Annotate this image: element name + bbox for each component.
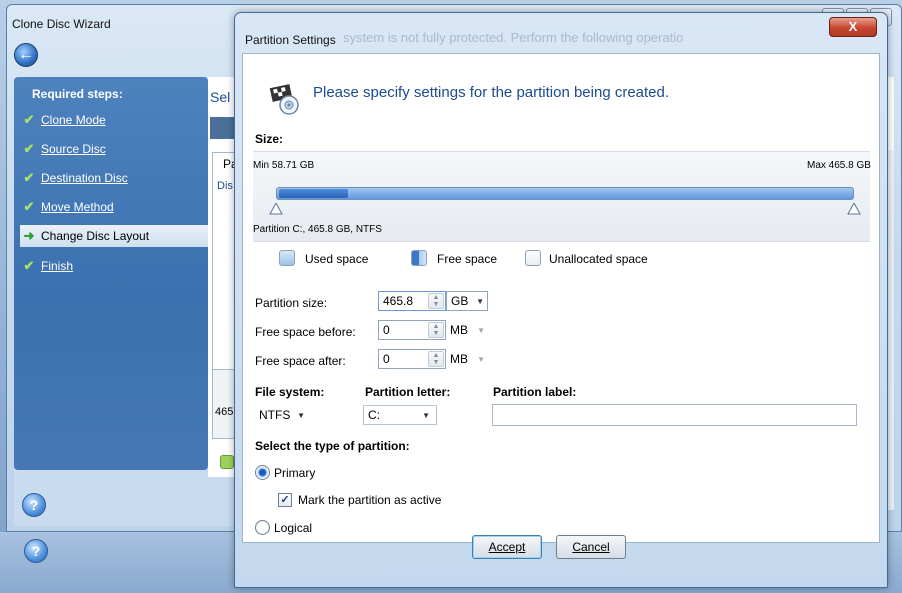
free-space-after-value[interactable]: 0 — [379, 352, 428, 366]
partition-info-label: Partition C:, 465.8 GB, NTFS — [253, 224, 382, 235]
chevron-down-icon: ▼ — [477, 354, 485, 364]
free-space-after-stepper[interactable]: 0 ▲ ▼ — [378, 349, 446, 369]
checkmark-icon: ✔ — [23, 112, 35, 127]
back-arrow-icon[interactable]: ← — [14, 43, 38, 67]
step-label[interactable]: Source Disc — [41, 142, 106, 156]
free-space-after-unit-dropdown[interactable]: MB ▼ — [446, 349, 488, 369]
chevron-down-icon: ▼ — [477, 325, 485, 335]
unit-value: MB — [450, 323, 468, 337]
partition-label-input[interactable] — [492, 404, 857, 426]
step-destination-disc[interactable]: ✔ Destination Disc — [20, 167, 208, 189]
partition-letter-dropdown[interactable]: C: ▼ — [363, 405, 437, 425]
wizard-title: Clone Disc Wizard — [12, 17, 111, 31]
step-move-method[interactable]: ✔ Move Method — [20, 196, 208, 218]
unallocated-space-swatch — [525, 250, 541, 266]
free-space-before-value[interactable]: 0 — [379, 323, 428, 337]
accept-button[interactable]: Accept — [472, 535, 542, 559]
help-icon[interactable]: ? — [22, 493, 46, 517]
free-space-after-label: Free space after: — [255, 354, 346, 368]
partition-size-stepper[interactable]: 465.8 ▲ ▼ — [378, 291, 446, 311]
partition-settings-icon — [269, 84, 299, 115]
free-space-before-unit-dropdown[interactable]: MB ▼ — [446, 320, 488, 340]
background-warning-text: system is not fully protected. Perform t… — [343, 30, 684, 45]
step-label: Change Disc Layout — [41, 229, 150, 243]
unit-value: GB — [451, 294, 469, 308]
mark-active-checkbox[interactable]: ✓ — [278, 493, 292, 507]
steps-sidebar: Required steps: ✔ Clone Mode ✔ Source Di… — [14, 77, 208, 470]
partial-heading: Sel — [210, 89, 231, 105]
left-slider-handle[interactable] — [269, 203, 283, 215]
partition-settings-dialog: system is not fully protected. Perform t… — [234, 12, 888, 588]
free-space-before-label: Free space before: — [255, 325, 356, 339]
footer-fragment — [208, 497, 236, 537]
checkmark-icon: ✔ — [23, 199, 35, 214]
cancel-button[interactable]: Cancel — [556, 535, 626, 559]
free-space-label: Free space — [437, 252, 498, 266]
step-change-disc-layout[interactable]: ➜ Change Disc Layout — [20, 225, 208, 247]
checkmark-icon: ✔ — [23, 170, 35, 185]
partition-size-unit-dropdown[interactable]: GB ▼ — [446, 291, 488, 311]
file-system-value: NTFS — [259, 408, 291, 422]
step-label[interactable]: Clone Mode — [41, 113, 106, 127]
max-size-label: Max 465.8 GB — [807, 160, 871, 171]
dialog-body: Please specify settings for the partitio… — [242, 53, 880, 543]
partition-letter-value: C: — [368, 408, 380, 422]
legend-swatch — [220, 455, 234, 469]
step-clone-mode[interactable]: ✔ Clone Mode — [20, 109, 208, 131]
partition-type-label: Select the type of partition: — [255, 439, 410, 453]
logical-radio-label[interactable]: Logical — [274, 521, 312, 535]
used-space-fill — [279, 189, 348, 198]
mark-active-label[interactable]: Mark the partition as active — [298, 493, 441, 507]
spin-arrows-icon[interactable]: ▲ ▼ — [428, 351, 444, 367]
spin-arrows-icon[interactable]: ▲ ▼ — [428, 293, 444, 309]
accept-button-label: Accept — [488, 540, 526, 554]
chevron-down-icon: ▼ — [422, 410, 430, 420]
unallocated-space-label: Unallocated space — [549, 252, 648, 266]
help-icon[interactable]: ? — [24, 539, 48, 563]
dialog-close-button[interactable]: X — [829, 17, 877, 37]
free-space-swatch — [411, 250, 427, 266]
sidebar-title: Required steps: — [32, 87, 123, 101]
primary-radio-label[interactable]: Primary — [274, 466, 315, 480]
cancel-button-label: Cancel — [572, 540, 610, 554]
step-label[interactable]: Destination Disc — [41, 171, 128, 185]
step-finish[interactable]: ✔ Finish — [20, 255, 208, 277]
partition-size-label: Partition size: — [255, 296, 328, 310]
partition-label-label: Partition label: — [493, 385, 577, 399]
chevron-down-icon: ▼ — [476, 296, 484, 306]
spin-arrows-icon[interactable]: ▲ ▼ — [428, 322, 444, 338]
partition-letter-label: Partition letter: — [365, 385, 451, 399]
dialog-title: Partition Settings — [245, 33, 336, 47]
checkmark-icon: ✔ — [23, 258, 35, 273]
primary-radio[interactable] — [255, 465, 270, 480]
sidebar-footer — [14, 470, 234, 526]
chevron-down-icon: ▼ — [297, 410, 305, 420]
partition-size-bar[interactable] — [276, 187, 854, 200]
checkmark-icon: ✔ — [23, 141, 35, 156]
right-slider-handle[interactable] — [847, 203, 861, 215]
dialog-heading: Please specify settings for the partitio… — [313, 84, 670, 101]
partition-size-value[interactable]: 465.8 — [379, 294, 428, 308]
unit-value: MB — [450, 352, 468, 366]
used-space-label: Used space — [305, 252, 369, 266]
size-label: Size: — [255, 132, 284, 146]
file-system-dropdown[interactable]: NTFS ▼ — [255, 405, 311, 425]
free-space-before-stepper[interactable]: 0 ▲ ▼ — [378, 320, 446, 340]
step-source-disc[interactable]: ✔ Source Disc — [20, 138, 208, 160]
file-system-label: File system: — [255, 385, 325, 399]
logical-radio[interactable] — [255, 520, 270, 535]
step-label[interactable]: Finish — [41, 259, 73, 273]
step-label[interactable]: Move Method — [41, 200, 114, 214]
min-size-label: Min 58.71 GB — [253, 160, 315, 171]
arrow-right-icon: ➜ — [23, 228, 35, 243]
used-space-swatch — [279, 250, 295, 266]
table-cell: Dis — [217, 180, 233, 192]
